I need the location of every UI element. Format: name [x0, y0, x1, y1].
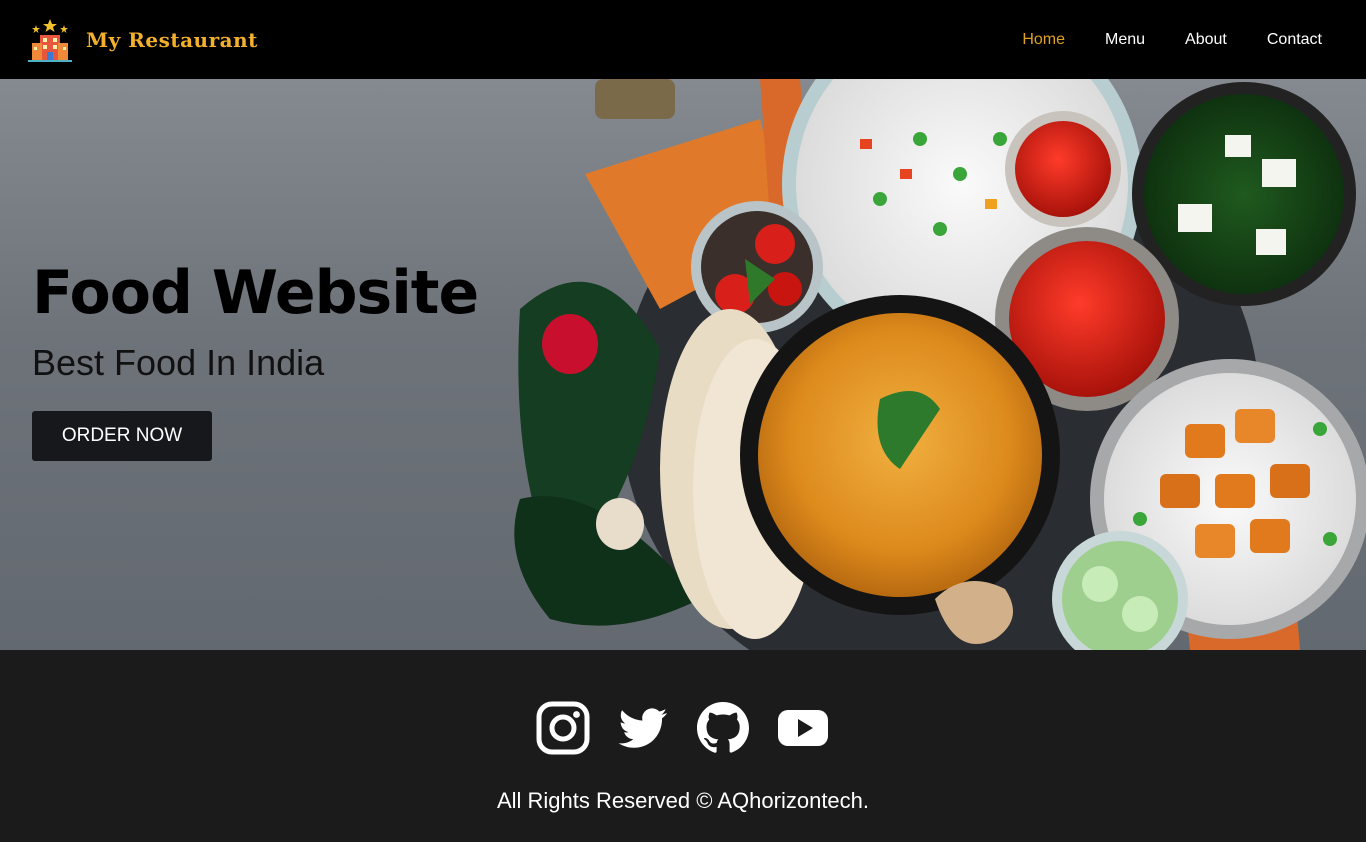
instagram-icon[interactable]: [535, 700, 591, 756]
order-now-button[interactable]: ORDER NOW: [32, 411, 212, 461]
youtube-icon[interactable]: [775, 700, 831, 756]
hero-title: Food Website: [32, 258, 479, 328]
nav-home[interactable]: Home: [1022, 31, 1065, 49]
hero-banner: Food Website Best Food In India ORDER NO…: [0, 79, 1366, 650]
footer: All Rights Reserved © AQhorizontech.: [0, 650, 1366, 842]
nav-links: Home Menu About Contact: [1022, 31, 1322, 49]
navbar: My Restaurant Home Menu About Contact: [0, 0, 1366, 79]
copyright-text: All Rights Reserved © AQhorizontech.: [496, 788, 870, 813]
hero-text: Food Website Best Food In India ORDER NO…: [32, 258, 479, 461]
nav-menu[interactable]: Menu: [1105, 31, 1145, 49]
github-icon[interactable]: [695, 700, 751, 756]
twitter-icon[interactable]: [615, 700, 671, 756]
nav-contact[interactable]: Contact: [1267, 31, 1322, 49]
brand-name: My Restaurant: [86, 27, 258, 52]
nav-about[interactable]: About: [1185, 31, 1227, 49]
brand[interactable]: My Restaurant: [26, 17, 258, 63]
hero-subtitle: Best Food In India: [32, 342, 325, 383]
hotel-building-icon: [28, 18, 72, 62]
social-links: [535, 700, 831, 756]
